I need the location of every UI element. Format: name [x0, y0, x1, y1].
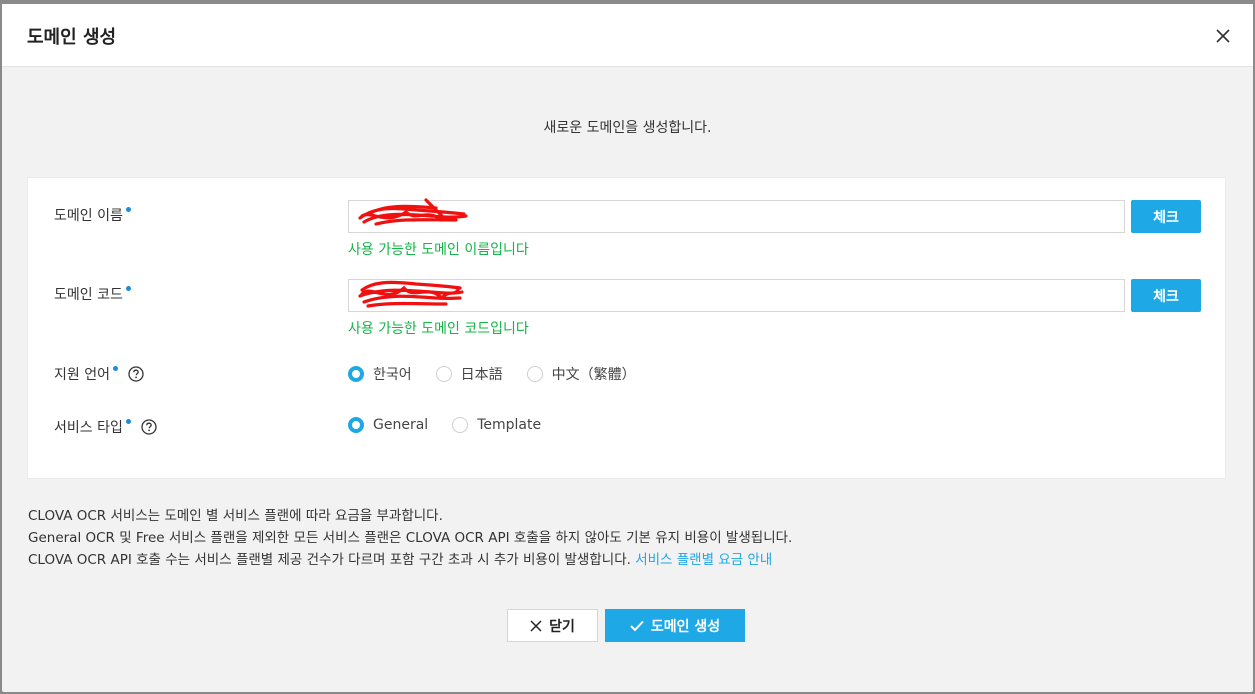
pricing-notes: CLOVA OCR 서비스는 도메인 별 서비스 플랜에 따라 요금을 부과합니… — [28, 505, 792, 571]
domain-code-input[interactable] — [348, 279, 1125, 312]
notes-line-3-text: CLOVA OCR API 호출 수는 서비스 플랜별 제공 건수가 다르며 포… — [28, 552, 631, 568]
language-option-korean[interactable]: 한국어 — [348, 364, 412, 384]
dialog-title: 도메인 생성 — [27, 27, 117, 48]
radio-selected — [348, 366, 364, 382]
radio-label: 日本語 — [460, 367, 503, 383]
check-domain-code-button[interactable]: 체크 — [1131, 279, 1201, 312]
radio-selected — [348, 417, 364, 433]
dialog-header: 도메인 생성 — [2, 4, 1253, 67]
domain-name-input[interactable] — [348, 200, 1125, 233]
create-domain-dialog: 도메인 생성 새로운 도메인을 생성합니다. 도메인 이름 체크 사용 가능한 … — [2, 4, 1253, 692]
service-type-label-text: 서비스 타입 — [54, 420, 123, 436]
domain-code-label-text: 도메인 코드 — [54, 287, 123, 303]
help-icon[interactable] — [128, 366, 144, 382]
domain-code-valid-message: 사용 가능한 도메인 코드입니다 — [348, 321, 529, 337]
domain-name-label: 도메인 이름 — [54, 205, 131, 225]
cancel-button[interactable]: 닫기 — [507, 609, 598, 642]
close-button[interactable] — [1213, 26, 1233, 46]
radio-label: General — [373, 417, 429, 433]
notes-line-1: CLOVA OCR 서비스는 도메인 별 서비스 플랜에 따라 요금을 부과합니… — [28, 508, 443, 524]
radio-label: 中文（繁體） — [551, 367, 636, 383]
required-indicator — [125, 285, 131, 291]
language-label-text: 지원 언어 — [54, 367, 110, 383]
radio-label: 한국어 — [373, 367, 412, 383]
domain-code-label: 도메인 코드 — [54, 284, 131, 304]
radio-label: Template — [477, 417, 542, 433]
radio-unselected — [452, 417, 469, 433]
notes-line-3: CLOVA OCR API 호출 수는 서비스 플랜별 제공 건수가 다르며 포… — [28, 549, 792, 571]
required-indicator — [112, 365, 118, 371]
language-option-chinese-traditional[interactable]: 中文（繁體） — [526, 364, 636, 384]
notes-line-2: General OCR 및 Free 서비스 플랜을 제외한 모든 서비스 플랜… — [28, 530, 793, 546]
close-icon — [1216, 29, 1230, 43]
create-domain-button-label: 도메인 생성 — [650, 618, 721, 635]
close-icon — [530, 619, 542, 632]
check-icon — [630, 620, 644, 631]
radio-unselected — [526, 366, 543, 382]
pricing-guide-link[interactable]: 서비스 플랜별 요금 안내 — [635, 552, 772, 568]
help-icon[interactable] — [141, 419, 157, 435]
service-type-option-template[interactable]: Template — [452, 417, 541, 433]
service-type-label: 서비스 타입 — [54, 417, 157, 437]
required-indicator — [125, 418, 131, 424]
language-option-japanese[interactable]: 日本語 — [435, 364, 503, 384]
domain-form: 도메인 이름 체크 사용 가능한 도메인 이름입니다 도메인 코드 체크 사용 … — [27, 177, 1226, 479]
create-domain-button[interactable]: 도메인 생성 — [605, 609, 745, 642]
language-label: 지원 언어 — [54, 364, 144, 384]
service-type-option-general[interactable]: General — [348, 417, 428, 433]
domain-name-label-text: 도메인 이름 — [54, 208, 123, 224]
domain-name-valid-message: 사용 가능한 도메인 이름입니다 — [348, 242, 529, 258]
cancel-button-label: 닫기 — [549, 618, 575, 635]
service-type-radio-group: General Template — [348, 417, 565, 433]
required-indicator — [125, 206, 131, 212]
check-domain-name-button[interactable]: 체크 — [1131, 200, 1201, 233]
language-radio-group: 한국어 日本語 中文（繁體） — [348, 364, 660, 384]
radio-unselected — [435, 366, 452, 382]
dialog-intro: 새로운 도메인을 생성합니다. — [543, 120, 712, 136]
